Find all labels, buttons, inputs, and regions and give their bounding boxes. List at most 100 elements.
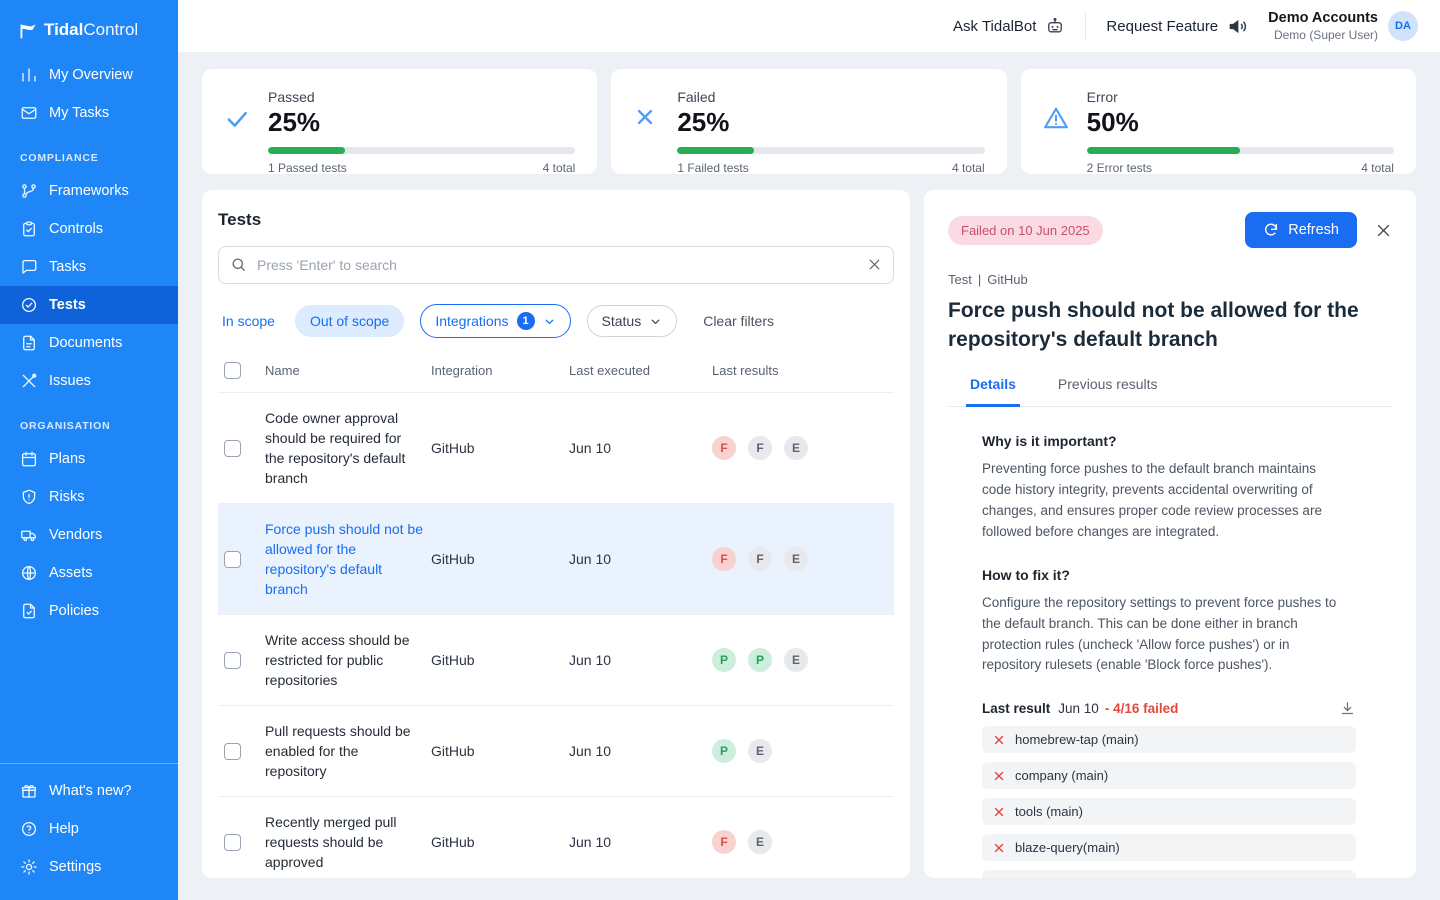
sidebar-item-label: Documents [49, 335, 122, 351]
why-important-body: Preventing force pushes to the default b… [982, 459, 1344, 543]
filter-in-scope[interactable]: In scope [218, 313, 279, 329]
ask-tidalbot-label: Ask TidalBot [953, 18, 1036, 35]
sidebar-item-whats-new[interactable]: What's new? [0, 772, 178, 810]
details-top-bar: Failed on 10 Jun 2025 Refresh [948, 212, 1392, 248]
last-result-date: Jun 10 [1058, 701, 1099, 716]
repo-result-row: homebrew-tap (main) [982, 726, 1356, 753]
test-name[interactable]: Pull requests should be enabled for the … [265, 721, 423, 781]
test-title: Force push should not be allowed for the… [948, 296, 1368, 354]
sidebar-item-frameworks[interactable]: Frameworks [0, 172, 178, 210]
row-checkbox[interactable] [224, 743, 241, 760]
select-all-checkbox[interactable] [224, 362, 241, 379]
clear-filters-button[interactable]: Clear filters [703, 313, 774, 329]
details-tabs: Details Previous results [948, 376, 1392, 407]
sidebar-item-assets[interactable]: Assets [0, 554, 178, 592]
test-last-executed: Jun 10 [569, 440, 712, 456]
test-integration: GitHub [431, 743, 569, 759]
tab-previous-results[interactable]: Previous results [1054, 376, 1162, 406]
tab-details[interactable]: Details [966, 376, 1020, 407]
repo-name: infrastructure (main) [1016, 876, 1132, 878]
test-name[interactable]: Write access should be restricted for pu… [265, 630, 423, 690]
sidebar-item-documents[interactable]: Documents [0, 324, 178, 362]
refresh-button[interactable]: Refresh [1245, 212, 1357, 248]
sidebar-item-label: My Overview [49, 67, 133, 83]
test-name[interactable]: Recently merged pull requests should be … [265, 812, 423, 872]
search-input[interactable] [218, 246, 894, 284]
sidebar-item-label: Tests [49, 297, 86, 313]
result-badge: E [784, 648, 808, 672]
result-badge: F [712, 547, 736, 571]
sidebar-section-compliance: COMPLIANCE [0, 132, 178, 172]
breadcrumb-integration: GitHub [987, 272, 1027, 287]
test-integration: GitHub [431, 551, 569, 567]
result-badge: P [748, 648, 772, 672]
column-header-name: Name [265, 363, 423, 378]
column-header-integration: Integration [431, 363, 569, 378]
passed-check-icon [224, 105, 252, 158]
sidebar-item-label: Policies [49, 603, 99, 619]
sidebar-item-my-tasks[interactable]: My Tasks [0, 94, 178, 132]
test-details-panel: Failed on 10 Jun 2025 Refresh Test | Git… [924, 190, 1416, 878]
chevron-down-icon [649, 315, 662, 328]
sidebar-item-tests[interactable]: Tests [0, 286, 178, 324]
sidebar-item-help[interactable]: Help [0, 810, 178, 848]
fail-x-icon [993, 842, 1005, 854]
sidebar-item-label: Issues [49, 373, 91, 389]
avatar[interactable]: DA [1388, 11, 1418, 41]
filter-integrations[interactable]: Integrations 1 [420, 304, 570, 338]
how-to-fix-body: Configure the repository settings to pre… [982, 593, 1344, 677]
brand-light: Control [83, 20, 138, 39]
search-clear-icon[interactable] [867, 257, 882, 272]
download-icon[interactable] [1339, 700, 1356, 717]
sidebar-item-risks[interactable]: Risks [0, 478, 178, 516]
repo-name: company (main) [1015, 768, 1108, 783]
brand-logo[interactable]: TidalControl [0, 16, 178, 56]
help-icon [20, 820, 38, 838]
test-name[interactable]: Force push should not be allowed for the… [265, 519, 423, 599]
refresh-icon [1263, 222, 1279, 238]
account-menu[interactable]: Demo Accounts Demo (Super User) DA [1268, 10, 1418, 42]
request-feature-link[interactable]: Request Feature [1106, 16, 1248, 37]
last-result-label: Last result [982, 701, 1050, 716]
sidebar-item-settings[interactable]: Settings [0, 848, 178, 886]
sidebar-item-my-overview[interactable]: My Overview [0, 56, 178, 94]
table-row[interactable]: Write access should be restricted for pu… [218, 614, 894, 705]
close-icon[interactable] [1375, 222, 1392, 239]
table-row[interactable]: Recently merged pull requests should be … [218, 796, 894, 878]
failed-x-icon [633, 105, 661, 158]
table-row[interactable]: Code owner approval should be required f… [218, 392, 894, 503]
progress-track [677, 147, 984, 154]
filter-integrations-label: Integrations [435, 313, 508, 329]
row-checkbox[interactable] [224, 834, 241, 851]
sidebar-item-controls[interactable]: Controls [0, 210, 178, 248]
test-integration: GitHub [431, 440, 569, 456]
row-checkbox[interactable] [224, 652, 241, 669]
sidebar-item-issues[interactable]: Issues [0, 362, 178, 400]
table-row-selected[interactable]: Force push should not be allowed for the… [218, 503, 894, 614]
sidebar-item-label: Help [49, 821, 79, 837]
row-checkbox[interactable] [224, 440, 241, 457]
result-badge: P [712, 648, 736, 672]
search-wrap [218, 246, 894, 284]
test-last-executed: Jun 10 [569, 834, 712, 850]
progress-fill [1087, 147, 1241, 154]
filter-out-of-scope[interactable]: Out of scope [295, 305, 404, 337]
sidebar-item-tasks[interactable]: Tasks [0, 248, 178, 286]
clipboard-icon [20, 220, 38, 238]
ask-tidalbot-link[interactable]: Ask TidalBot [953, 16, 1065, 36]
result-badge: E [748, 830, 772, 854]
overview-icon [20, 66, 38, 84]
stat-percent: 50% [1087, 107, 1394, 138]
sidebar-item-vendors[interactable]: Vendors [0, 516, 178, 554]
row-checkbox[interactable] [224, 551, 241, 568]
table-row[interactable]: Pull requests should be enabled for the … [218, 705, 894, 796]
sidebar-item-plans[interactable]: Plans [0, 440, 178, 478]
breadcrumb-separator: | [978, 272, 981, 287]
test-name[interactable]: Code owner approval should be required f… [265, 408, 423, 488]
filter-status[interactable]: Status [587, 305, 678, 337]
repo-result-row: infrastructure (main) [982, 870, 1356, 878]
stat-foot: 1 Failed tests 4 total [677, 161, 984, 175]
sidebar-item-policies[interactable]: Policies [0, 592, 178, 630]
sidebar: TidalControl My Overview My Tasks COMPLI… [0, 0, 178, 900]
sidebar-item-label: What's new? [49, 783, 132, 799]
